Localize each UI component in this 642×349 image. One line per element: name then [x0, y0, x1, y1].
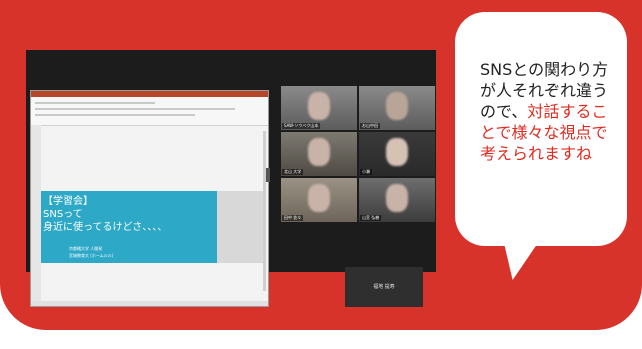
- shared-powerpoint-window: 【学習会】 SNSって 身近に使ってるけどさ、、、、 京都橘大学 人間発 宮城教…: [30, 90, 269, 307]
- slide-line-1: 【学習会】: [43, 196, 93, 207]
- speech-bubble-tail: [494, 232, 546, 280]
- ppt-canvas-margin: [217, 191, 265, 263]
- ppt-ribbon: [31, 97, 268, 126]
- share-panel-handle[interactable]: [266, 168, 270, 182]
- ribbon-row: [35, 102, 155, 104]
- slide-line-3: 身近に使ってるけどさ、、、、: [43, 222, 168, 233]
- participant-name: 田中 佐々: [282, 215, 304, 221]
- participant-tile[interactable]: お山中田: [359, 86, 435, 130]
- participant-name: SAW-ソウベク山本: [282, 123, 321, 129]
- video-call-screenshot: 【学習会】 SNSって 身近に使ってるけどさ、、、、 京都橘大学 人間発 宮城教…: [26, 50, 436, 307]
- participant-name: 小瀬: [360, 169, 372, 175]
- participant-name: お山中田: [360, 123, 380, 129]
- participant-name: 北山 大学: [282, 169, 304, 175]
- participant-tile[interactable]: 小瀬: [359, 132, 435, 176]
- speech-bubble-text: SNSとの関わり方が人それぞれ違うので、対話することで様々な視点で考えられますね: [480, 59, 620, 164]
- ppt-slide-panel: [31, 125, 41, 301]
- ribbon-row: [35, 108, 235, 110]
- participant-tile[interactable]: SAW-ソウベク山本: [281, 86, 357, 130]
- participant-name: 福地 提寿: [373, 284, 395, 290]
- participant-tile[interactable]: 山宮 弘樹: [359, 178, 435, 222]
- participant-tile-no-video[interactable]: 福地 提寿: [345, 267, 423, 307]
- slide-sub-2: 宮城教育大 (ホームルル): [69, 253, 114, 258]
- ppt-status-bar: [31, 301, 268, 306]
- ppt-scrollbar[interactable]: [263, 131, 266, 291]
- slide-line-2: SNSって: [43, 209, 83, 220]
- ribbon-row: [35, 114, 195, 116]
- participant-tile[interactable]: 北山 大学: [281, 132, 357, 176]
- slide-content: 【学習会】 SNSって 身近に使ってるけどさ、、、、 京都橘大学 人間発 宮城教…: [41, 191, 217, 263]
- participant-tile-active-speaker[interactable]: 田中 佐々: [281, 178, 357, 222]
- slide-sub-1: 京都橘大学 人間発: [69, 246, 103, 251]
- participant-name: 山宮 弘樹: [360, 215, 382, 221]
